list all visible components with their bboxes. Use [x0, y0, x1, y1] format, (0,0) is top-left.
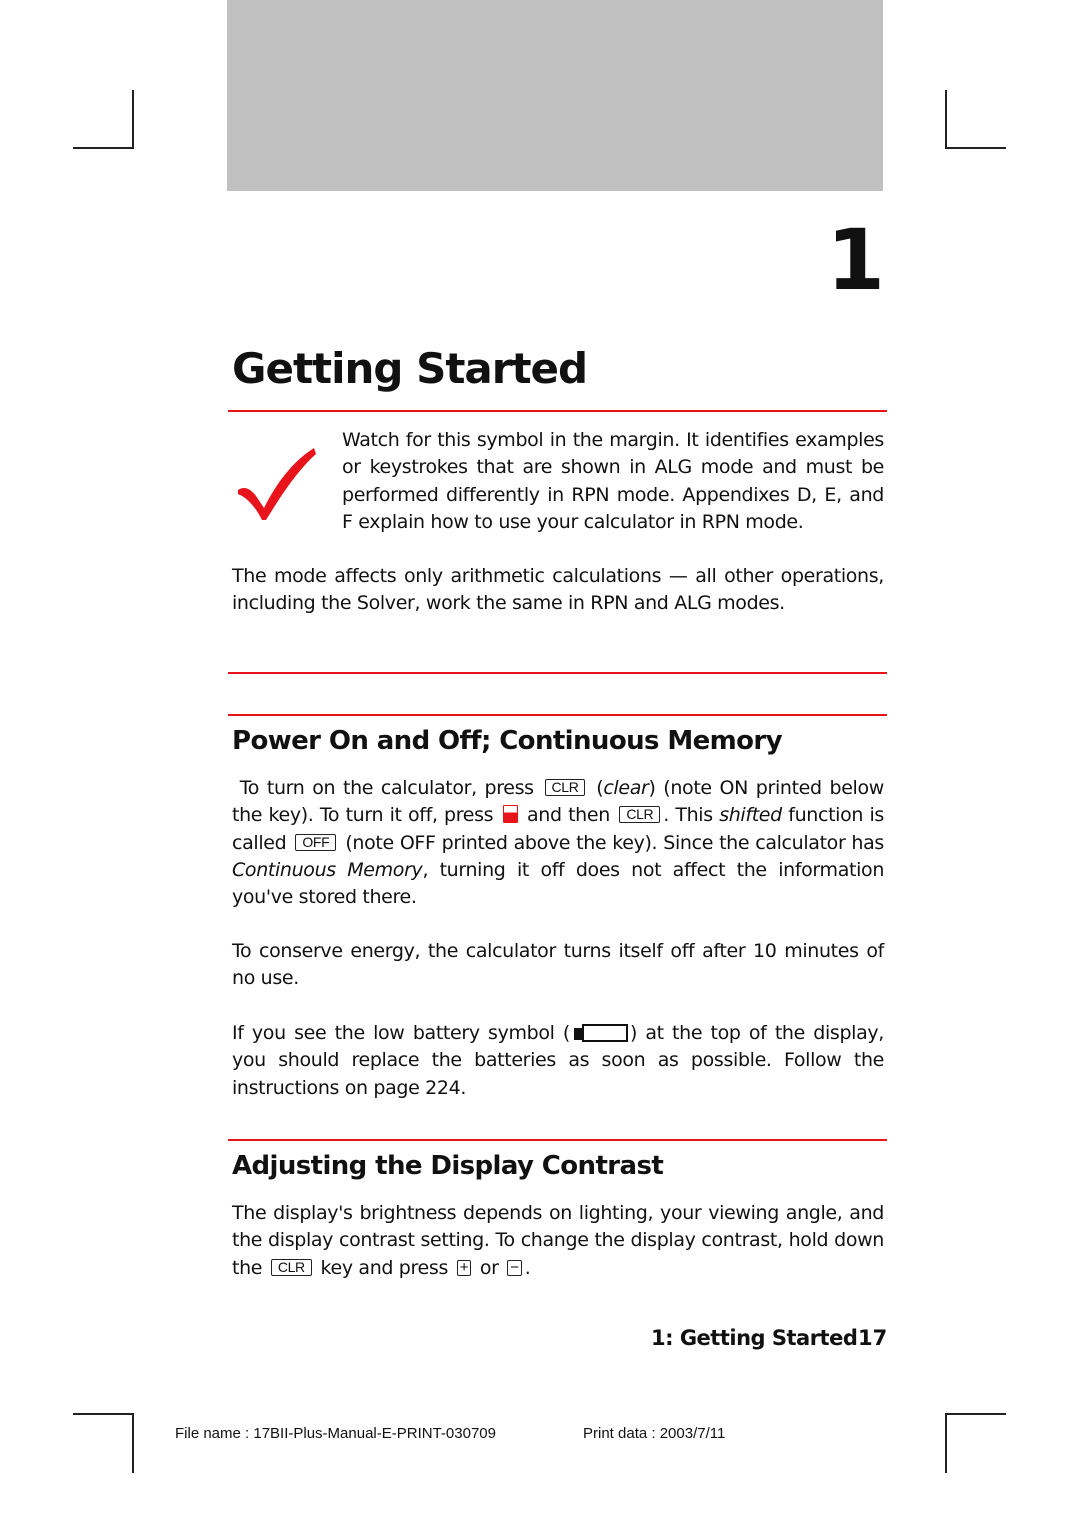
contrast-paragraph: The display's brightness depends on ligh… [232, 1200, 884, 1282]
chapter-header-block [227, 0, 883, 191]
text: (note OFF printed above the key). Since … [345, 831, 884, 854]
crop-mark-top-left [132, 90, 134, 149]
crop-mark-bottom-left [132, 1413, 134, 1473]
divider-rule [228, 410, 887, 412]
low-battery-paragraph: If you see the low battery symbol () at … [232, 1020, 884, 1102]
print-date-label: Print data : 2003/7/11 [583, 1425, 726, 1442]
plus-key: + [456, 1259, 472, 1276]
crop-mark-top-right [945, 90, 947, 149]
section-heading-contrast: Adjusting the Display Contrast [232, 1151, 664, 1181]
divider-rule [228, 1139, 887, 1141]
divider-rule [228, 672, 887, 674]
power-paragraph: To turn on the calculator, press CLR (cl… [232, 777, 885, 909]
alg-mode-note: Watch for this symbol in the margin. It … [342, 429, 884, 533]
text: To turn on the calculator, press [239, 777, 534, 799]
shift-key-icon [502, 805, 518, 824]
clr-key: CLR [270, 1258, 312, 1276]
text: and then [527, 804, 610, 827]
clr-key: CLR [619, 806, 661, 824]
chapter-title: Getting Started [232, 344, 588, 393]
section-heading-power: Power On and Off; Continuous Memory [232, 726, 783, 756]
file-name-label: File name : 17BII-Plus-Manual-E-PRINT-03… [175, 1425, 496, 1442]
text: clear [603, 777, 649, 799]
clr-key: CLR [544, 779, 586, 796]
crop-mark-top-left [73, 147, 134, 149]
low-battery-icon [573, 1024, 628, 1042]
text: . This [663, 804, 713, 827]
auto-off-paragraph: To conserve energy, the calculator turns… [232, 940, 884, 990]
text: or [479, 1256, 499, 1279]
text: . [524, 1256, 531, 1279]
running-footer-title: 1: Getting Started [651, 1326, 858, 1350]
text: Continuous Memory [232, 858, 423, 881]
text: key and press [320, 1256, 449, 1279]
crop-mark-top-right [945, 147, 1006, 149]
crop-mark-bottom-right [945, 1413, 1006, 1415]
minus-key: − [507, 1259, 522, 1276]
text: If you see the low battery symbol ( [232, 1022, 570, 1044]
off-key: OFF [295, 833, 337, 851]
crop-mark-bottom-left [73, 1413, 134, 1415]
page-number: 17 [858, 1326, 888, 1350]
text: shifted [719, 804, 782, 827]
divider-rule [228, 714, 887, 716]
red-checkmark-icon [238, 448, 316, 520]
chapter-number: 1 [826, 211, 885, 309]
intro-paragraph: The mode affects only arithmetic calcula… [232, 565, 884, 615]
crop-mark-bottom-right [945, 1413, 947, 1473]
